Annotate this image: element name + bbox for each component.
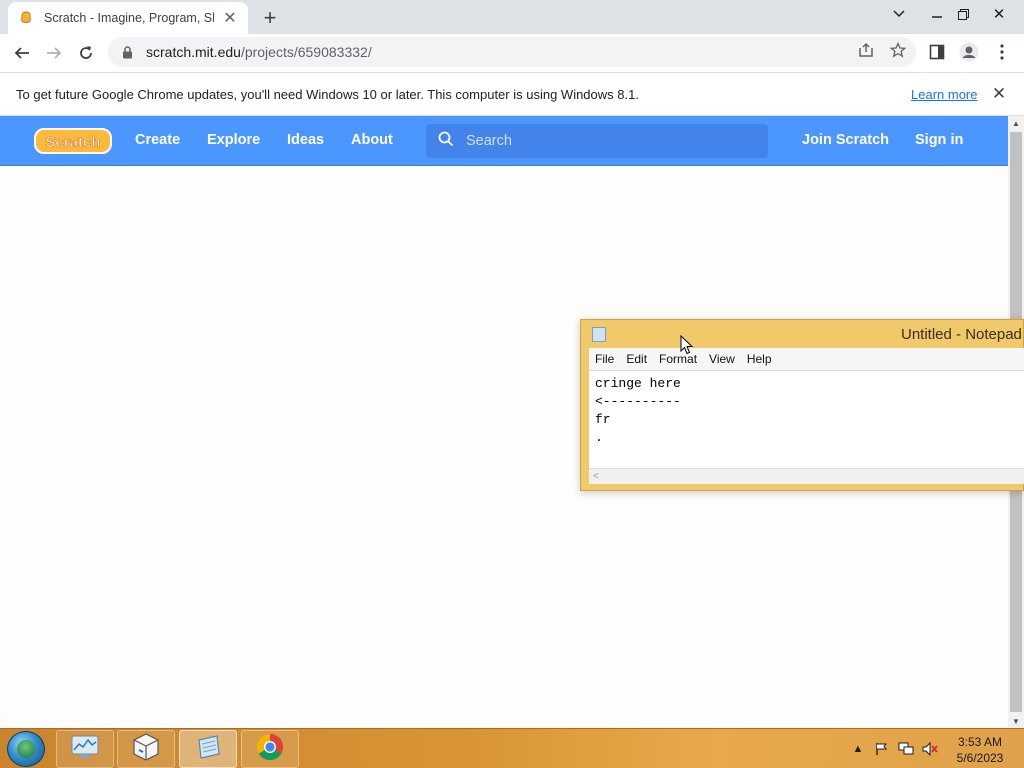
nav-link-explore[interactable]: Explore	[207, 132, 260, 148]
scroll-down-icon[interactable]: ▼	[1008, 714, 1024, 728]
system-clock[interactable]: 3:53 AM 5/6/2023	[948, 734, 1012, 766]
browser-toolbar: scratch.mit.edu/projects/659083332/	[0, 34, 1024, 72]
url-text: scratch.mit.edu/projects/659083332/	[146, 44, 372, 60]
menu-help[interactable]: Help	[747, 352, 772, 366]
learn-more-link[interactable]: Learn more	[911, 87, 977, 102]
nav-link-about[interactable]: About	[351, 132, 393, 148]
sign-in-link[interactable]: Sign in	[915, 132, 963, 148]
scratch-cat-icon	[18, 10, 34, 26]
menu-view[interactable]: View	[709, 352, 735, 366]
search-icon	[438, 131, 454, 152]
taskbar-notepad[interactable]	[179, 730, 237, 768]
nav-link-ideas[interactable]: Ideas	[287, 132, 324, 148]
infobar-close-icon[interactable]: ✕	[990, 84, 1008, 103]
url-path: /projects/659083332/	[240, 44, 372, 60]
chrome-icon	[255, 732, 285, 767]
scratch-navbar: Scratch Create Explore Ideas About Join …	[0, 116, 1008, 166]
notepad-icon	[592, 327, 606, 342]
close-window-icon[interactable]: ✕	[978, 0, 1020, 28]
infobar-message: To get future Google Chrome updates, you…	[16, 87, 639, 102]
update-infobar: To get future Google Chrome updates, you…	[0, 72, 1024, 116]
mouse-cursor-icon	[680, 335, 694, 355]
restore-icon[interactable]	[952, 0, 974, 28]
menu-file[interactable]: File	[595, 352, 614, 366]
notepad-text-area[interactable]: cringe here <---------- fr . <	[589, 370, 1024, 484]
search-input[interactable]	[466, 133, 746, 149]
tray-expand-icon[interactable]: ▲	[850, 741, 866, 757]
notepad-titlebar[interactable]: Untitled - Notepad	[581, 320, 1024, 348]
start-button[interactable]	[7, 731, 45, 767]
minimize-icon[interactable]	[926, 0, 948, 28]
url-host: scratch.mit.edu	[146, 44, 241, 60]
scroll-left-icon[interactable]: <	[593, 471, 599, 482]
back-icon[interactable]	[8, 39, 36, 67]
notepad-menubar: File Edit Format View Help	[589, 348, 1024, 370]
tab-title: Scratch - Imagine, Program, Share	[44, 11, 214, 25]
notepad-icon	[193, 732, 223, 767]
taskbar-virtualbox[interactable]	[117, 730, 175, 768]
scratch-search[interactable]	[426, 124, 768, 158]
lock-icon[interactable]	[120, 45, 134, 59]
reload-icon[interactable]	[72, 39, 100, 67]
side-panel-icon[interactable]	[926, 41, 948, 63]
share-icon[interactable]	[857, 41, 875, 59]
scroll-up-icon[interactable]: ▲	[1008, 116, 1024, 130]
notepad-content[interactable]: cringe here <---------- fr .	[595, 375, 681, 447]
clock-time: 3:53 AM	[957, 735, 1003, 749]
taskbar: ▲ 3:53 AM 5/6/2023	[0, 728, 1024, 768]
action-center-flag-icon[interactable]	[874, 741, 890, 757]
menu-edit[interactable]: Edit	[626, 352, 647, 366]
taskbar-chrome[interactable]	[241, 730, 299, 768]
network-icon[interactable]	[898, 741, 914, 757]
clock-date: 5/6/2023	[956, 751, 1004, 765]
scratch-logo-text: Scratch	[45, 134, 100, 151]
scratch-logo[interactable]: Scratch	[34, 127, 112, 155]
bookmark-star-icon[interactable]	[889, 41, 907, 59]
tab-close-icon[interactable]: ✕	[222, 10, 238, 27]
forward-icon[interactable]	[40, 39, 68, 67]
volume-muted-icon[interactable]	[922, 741, 938, 757]
chevron-down-icon[interactable]	[886, 0, 912, 28]
browser-tab[interactable]: Scratch - Imagine, Program, Share ✕	[8, 2, 248, 34]
taskbar-resource-monitor[interactable]	[56, 730, 114, 768]
address-bar[interactable]: scratch.mit.edu/projects/659083332/	[108, 37, 916, 67]
profile-avatar-icon[interactable]	[958, 41, 980, 63]
notepad-window[interactable]: Untitled - Notepad File Edit Format View…	[580, 319, 1024, 491]
new-tab-icon[interactable]: +	[258, 5, 282, 30]
notepad-hscrollbar[interactable]: <	[589, 468, 1024, 484]
notepad-title: Untitled - Notepad	[901, 326, 1022, 343]
more-menu-icon[interactable]	[991, 41, 1013, 63]
tab-strip: Scratch - Imagine, Program, Share ✕ + ✕	[0, 0, 1024, 34]
nav-link-create[interactable]: Create	[135, 132, 180, 148]
virtualbox-icon	[131, 732, 161, 767]
join-scratch-link[interactable]: Join Scratch	[802, 132, 889, 148]
resource-monitor-icon	[70, 734, 100, 765]
